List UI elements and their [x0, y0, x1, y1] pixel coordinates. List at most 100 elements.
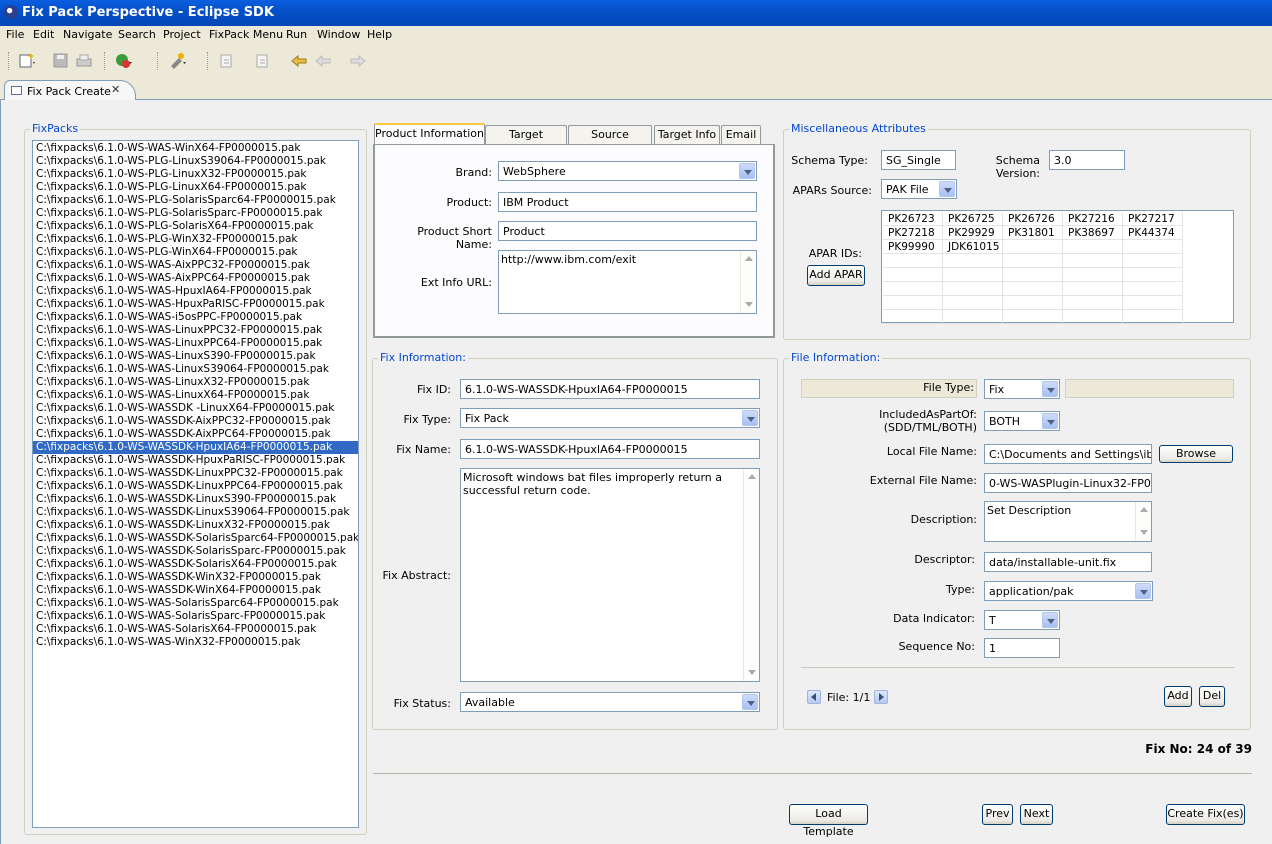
fixpack-list-item[interactable]: C:\fixpacks\6.1.0-WS-WAS-WinX64-FP000001… [33, 142, 358, 155]
fixpack-list-item[interactable]: C:\fixpacks\6.1.0-WS-PLG-SolarisX64-FP00… [33, 220, 358, 233]
apar-id-cell[interactable] [1123, 268, 1183, 282]
apar-id-cell[interactable] [1123, 254, 1183, 268]
previous-annotation-icon[interactable] [254, 52, 272, 70]
chevron-down-icon[interactable] [939, 181, 955, 197]
apar-id-cell[interactable]: PK27216 [1063, 212, 1123, 226]
scroll-down-icon[interactable] [745, 666, 759, 680]
fixpack-list-item[interactable]: C:\fixpacks\6.1.0-WS-PLG-LinuxS39064-FP0… [33, 155, 358, 168]
fixpack-list-item[interactable]: C:\fixpacks\6.1.0-WS-WAS-LinuxS39064-FP0… [33, 363, 358, 376]
apar-id-cell[interactable] [1003, 254, 1063, 268]
apar-id-cell[interactable] [1063, 296, 1123, 310]
prev-button[interactable]: Prev [982, 804, 1013, 825]
scroll-up-icon[interactable] [745, 470, 759, 484]
apar-id-cell[interactable] [943, 254, 1003, 268]
external-tools-icon[interactable] [168, 52, 186, 70]
apar-id-cell[interactable]: PK27218 [883, 226, 943, 240]
fixpack-list-item[interactable]: C:\fixpacks\6.1.0-WS-WAS-WinX32-FP000001… [33, 636, 358, 649]
sequence-no-field[interactable]: 1 [984, 638, 1060, 658]
apar-id-cell[interactable] [1063, 268, 1123, 282]
apar-id-cell[interactable] [943, 296, 1003, 310]
apar-id-cell[interactable]: PK44374 [1123, 226, 1183, 240]
apar-id-cell[interactable] [1003, 296, 1063, 310]
new-icon[interactable] [18, 52, 36, 70]
scroll-up-icon[interactable] [742, 252, 756, 266]
fixpack-list-item[interactable]: C:\fixpacks\6.1.0-WS-WASSDK-HpuxIA64-FP0… [33, 441, 358, 454]
fixpack-list-item[interactable]: C:\fixpacks\6.1.0-WS-PLG-SolarisSparc64-… [33, 194, 358, 207]
fixpack-list-item[interactable]: C:\fixpacks\6.1.0-WS-WAS-LinuxPPC64-FP00… [33, 337, 358, 350]
add-apar-button[interactable]: Add APAR [807, 265, 865, 286]
included-as-part-of-combo[interactable]: BOTH [984, 411, 1060, 431]
fixpack-list-item[interactable]: C:\fixpacks\6.1.0-WS-WAS-HpuxIA64-FP0000… [33, 285, 358, 298]
apar-id-cell[interactable] [943, 282, 1003, 296]
fixpack-list-item[interactable]: C:\fixpacks\6.1.0-WS-WAS-SolarisSparc-FP… [33, 610, 358, 623]
fixpack-list-item[interactable]: C:\fixpacks\6.1.0-WS-WASSDK-AixPPC32-FP0… [33, 415, 358, 428]
add-file-button[interactable]: Add [1164, 686, 1192, 707]
apar-id-cell[interactable] [883, 254, 943, 268]
fixpack-list-item[interactable]: C:\fixpacks\6.1.0-WS-WASSDK-WinX32-FP000… [33, 571, 358, 584]
scrollbar[interactable] [743, 469, 759, 681]
apar-id-cell[interactable] [883, 268, 943, 282]
fixpack-list-item[interactable]: C:\fixpacks\6.1.0-WS-WASSDK-SolarisSparc… [33, 532, 358, 545]
apar-id-cell[interactable] [1063, 254, 1123, 268]
apar-id-cell[interactable] [1003, 240, 1063, 254]
ext-info-url-field[interactable]: http://www.ibm.com/exit [498, 250, 757, 314]
local-file-name-field[interactable]: C:\Documents and Settings\ibmu [984, 444, 1152, 464]
tab-email[interactable]: Email [721, 125, 761, 144]
save-icon[interactable] [52, 52, 70, 70]
apar-id-cell[interactable] [883, 282, 943, 296]
fixpack-list-item[interactable]: C:\fixpacks\6.1.0-WS-WASSDK-SolarisX64-F… [33, 558, 358, 571]
external-file-name-field[interactable]: 0-WS-WASPlugin-Linux32-FP00C [984, 473, 1152, 493]
apar-id-cell[interactable] [943, 310, 1003, 324]
scrollbar[interactable] [1135, 502, 1151, 541]
previous-file-icon[interactable] [807, 690, 821, 704]
fixpack-list-item[interactable]: C:\fixpacks\6.1.0-WS-WASSDK-LinuxS390-FP… [33, 493, 358, 506]
fixpack-list-item[interactable]: C:\fixpacks\6.1.0-WS-WAS-LinuxPPC32-FP00… [33, 324, 358, 337]
fixpacks-list[interactable]: C:\fixpacks\6.1.0-WS-WAS-WinX64-FP000001… [32, 140, 359, 828]
fixpack-list-item[interactable]: C:\fixpacks\6.1.0-WS-WAS-LinuxX64-FP0000… [33, 389, 358, 402]
load-template-button[interactable]: Load Template [789, 804, 868, 838]
fixpack-list-item[interactable]: C:\fixpacks\6.1.0-WS-WAS-SolarisX64-FP00… [33, 623, 358, 636]
fixpack-list-item[interactable]: C:\fixpacks\6.1.0-WS-WAS-i5osPPC-FP00000… [33, 311, 358, 324]
fixpack-list-item[interactable]: C:\fixpacks\6.1.0-WS-PLG-SolarisSparc-FP… [33, 207, 358, 220]
apar-id-cell[interactable] [883, 310, 943, 324]
fixpack-list-item[interactable]: C:\fixpacks\6.1.0-WS-PLG-LinuxX32-FP0000… [33, 168, 358, 181]
fixpack-list-item[interactable]: C:\fixpacks\6.1.0-WS-PLG-WinX32-FP000001… [33, 233, 358, 246]
fix-status-combo[interactable]: Available [460, 692, 760, 712]
product-field[interactable]: IBM Product [498, 192, 757, 212]
back-icon[interactable] [314, 52, 332, 70]
next-file-icon[interactable] [874, 690, 888, 704]
tab-product-information[interactable]: Product Information [374, 123, 485, 145]
apar-id-cell[interactable]: PK38697 [1063, 226, 1123, 240]
tab-fix-pack-create[interactable]: Fix Pack Create ✕ [4, 80, 136, 101]
fixpack-list-item[interactable]: C:\fixpacks\6.1.0-WS-WAS-SolarisSparc64-… [33, 597, 358, 610]
fixpack-list-item[interactable]: C:\fixpacks\6.1.0-WS-WASSDK-LinuxPPC64-F… [33, 480, 358, 493]
product-short-name-field[interactable]: Product [498, 221, 757, 241]
fix-type-combo[interactable]: Fix Pack [460, 408, 760, 428]
scroll-up-icon[interactable] [1137, 503, 1151, 517]
menu-help[interactable]: Help [367, 28, 392, 41]
last-edit-icon[interactable] [290, 52, 308, 70]
fix-name-field[interactable]: 6.1.0-WS-WASSDK-HpuxIA64-FP0000015 [460, 439, 760, 459]
browse-button[interactable]: Browse [1159, 445, 1233, 463]
menu-project[interactable]: Project [163, 28, 201, 41]
file-type-combo[interactable]: Fix [984, 379, 1060, 399]
menu-file[interactable]: File [6, 28, 24, 41]
fixpack-list-item[interactable]: C:\fixpacks\6.1.0-WS-WAS-LinuxX32-FP0000… [33, 376, 358, 389]
scroll-down-icon[interactable] [1137, 526, 1151, 540]
next-annotation-icon[interactable] [218, 52, 236, 70]
fix-abstract-field[interactable]: Microsoft windows bat files improperly r… [460, 468, 760, 682]
fixpack-list-item[interactable]: C:\fixpacks\6.1.0-WS-WAS-LinuxS390-FP000… [33, 350, 358, 363]
fixpack-list-item[interactable]: C:\fixpacks\6.1.0-WS-WASSDK-AixPPC64-FP0… [33, 428, 358, 441]
fixpack-list-item[interactable]: C:\fixpacks\6.1.0-WS-WASSDK-LinuxPPC32-F… [33, 467, 358, 480]
schema-type-field[interactable]: SG_Single [881, 150, 956, 170]
chevron-down-icon[interactable] [742, 410, 758, 426]
fixpack-list-item[interactable]: C:\fixpacks\6.1.0-WS-PLG-WinX64-FP000001… [33, 246, 358, 259]
chevron-down-icon[interactable] [1135, 583, 1151, 599]
fixpack-list-item[interactable]: C:\fixpacks\6.1.0-WS-WAS-AixPPC64-FP0000… [33, 272, 358, 285]
chevron-down-icon[interactable] [1042, 612, 1058, 628]
descriptor-field[interactable]: data/installable-unit.fix [984, 552, 1152, 572]
fixpack-list-item[interactable]: C:\fixpacks\6.1.0-WS-WAS-HpuxPaRISC-FP00… [33, 298, 358, 311]
apar-id-cell[interactable] [883, 296, 943, 310]
apar-id-cell[interactable] [1123, 282, 1183, 296]
apar-id-cell[interactable] [943, 268, 1003, 282]
